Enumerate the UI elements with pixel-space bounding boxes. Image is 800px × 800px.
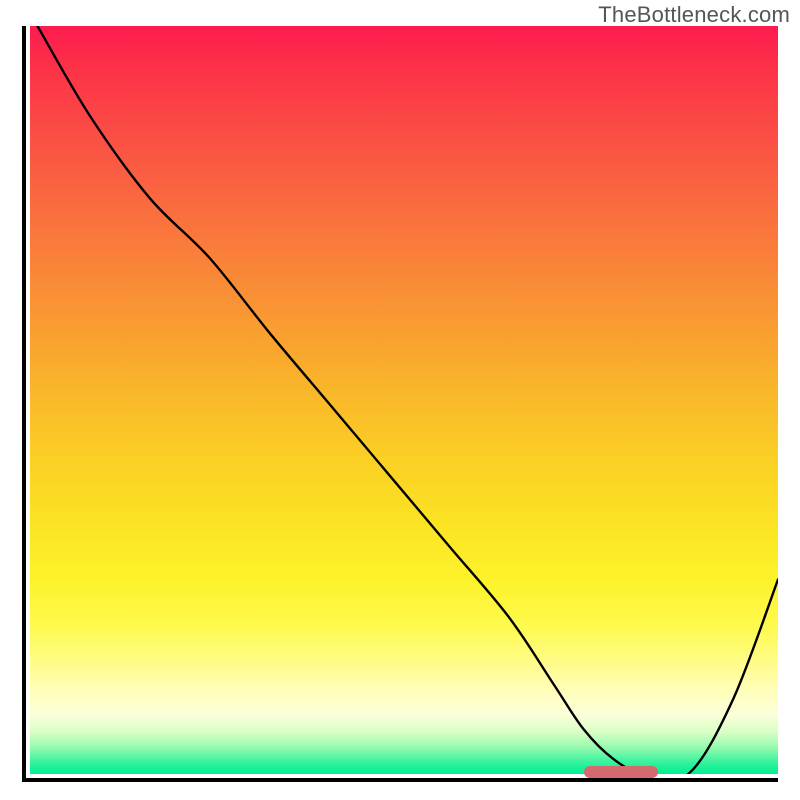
chart-frame [22,26,778,782]
chart-line-layer [30,26,778,774]
bottleneck-curve [37,26,778,774]
optimal-range-marker [584,766,659,778]
chart-svg [30,26,778,774]
watermark-text: TheBottleneck.com [598,2,790,28]
chart-canvas: TheBottleneck.com [0,0,800,800]
